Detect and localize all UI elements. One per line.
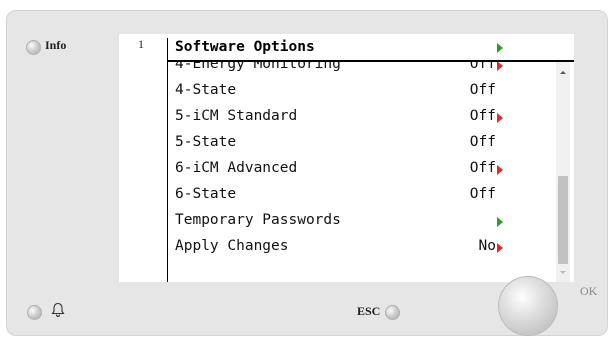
list-item-label: 4-State — [175, 82, 237, 98]
bell-icon[interactable] — [51, 302, 65, 318]
list-item-icm-standard[interactable]: 5-iCM Standard Off — [168, 105, 554, 131]
list-item-value: Off — [469, 160, 496, 176]
list-item-label: Temporary Passwords — [175, 212, 341, 228]
list-item-value: Off — [469, 108, 496, 124]
list-item-temporary-passwords[interactable]: Temporary Passwords — [168, 209, 554, 235]
list-item-5-state[interactable]: 5-State Off — [168, 131, 554, 157]
list-item-6-state[interactable]: 6-State Off — [168, 183, 554, 209]
info-label: Info — [45, 38, 67, 52]
options-list: 4-Energy Monitoring Off 4-State Off 5-iC… — [168, 62, 554, 282]
list-item-label: 5-State — [175, 134, 237, 150]
scroll-up-icon[interactable] — [560, 71, 566, 74]
ok-button[interactable] — [498, 276, 558, 336]
list-item-value: Off — [469, 62, 496, 72]
esc-button[interactable] — [385, 305, 400, 320]
scrollbar[interactable] — [556, 62, 570, 282]
ok-label: OK — [580, 284, 598, 298]
display-screen: 1 Software Options 4-Energy Monitoring O… — [119, 34, 574, 282]
esc-label: ESC — [357, 304, 381, 318]
page-title: Software Options — [175, 39, 315, 55]
right-arrow-icon[interactable] — [497, 165, 503, 175]
list-item-label: 5-iCM Standard — [175, 108, 298, 124]
controller-panel: Info 1 Software Options 4-Energy Monitor… — [6, 10, 608, 336]
list-item-label: Apply Changes — [175, 238, 289, 254]
list-item-value: No — [478, 238, 496, 254]
list-item-icm-advanced[interactable]: 6-iCM Advanced Off — [168, 157, 554, 183]
right-arrow-icon[interactable] — [497, 113, 503, 123]
list-item-value: Off — [469, 186, 496, 202]
list-item-apply-changes[interactable]: Apply Changes No — [168, 235, 554, 261]
scroll-down-icon[interactable] — [560, 271, 566, 274]
list-item-label: 6-State — [175, 186, 237, 202]
list-item-4-state[interactable]: 4-State Off — [168, 79, 554, 105]
list-item-label: 4-Energy Monitoring — [175, 62, 341, 72]
list-item-label: 6-iCM Advanced — [175, 160, 298, 176]
scroll-thumb[interactable] — [558, 176, 568, 264]
list-item-value: Off — [469, 82, 496, 98]
right-arrow-icon[interactable] — [497, 243, 503, 253]
alarm-led[interactable] — [27, 305, 42, 320]
info-led[interactable] — [26, 40, 41, 55]
right-arrow-icon[interactable] — [497, 217, 503, 227]
title-right-arrow-icon[interactable] — [497, 43, 503, 53]
list-item-energy-monitoring[interactable]: 4-Energy Monitoring Off — [168, 62, 554, 79]
right-arrow-icon[interactable] — [497, 62, 503, 71]
page-number: 1 — [138, 37, 144, 51]
list-item-value: Off — [469, 134, 496, 150]
